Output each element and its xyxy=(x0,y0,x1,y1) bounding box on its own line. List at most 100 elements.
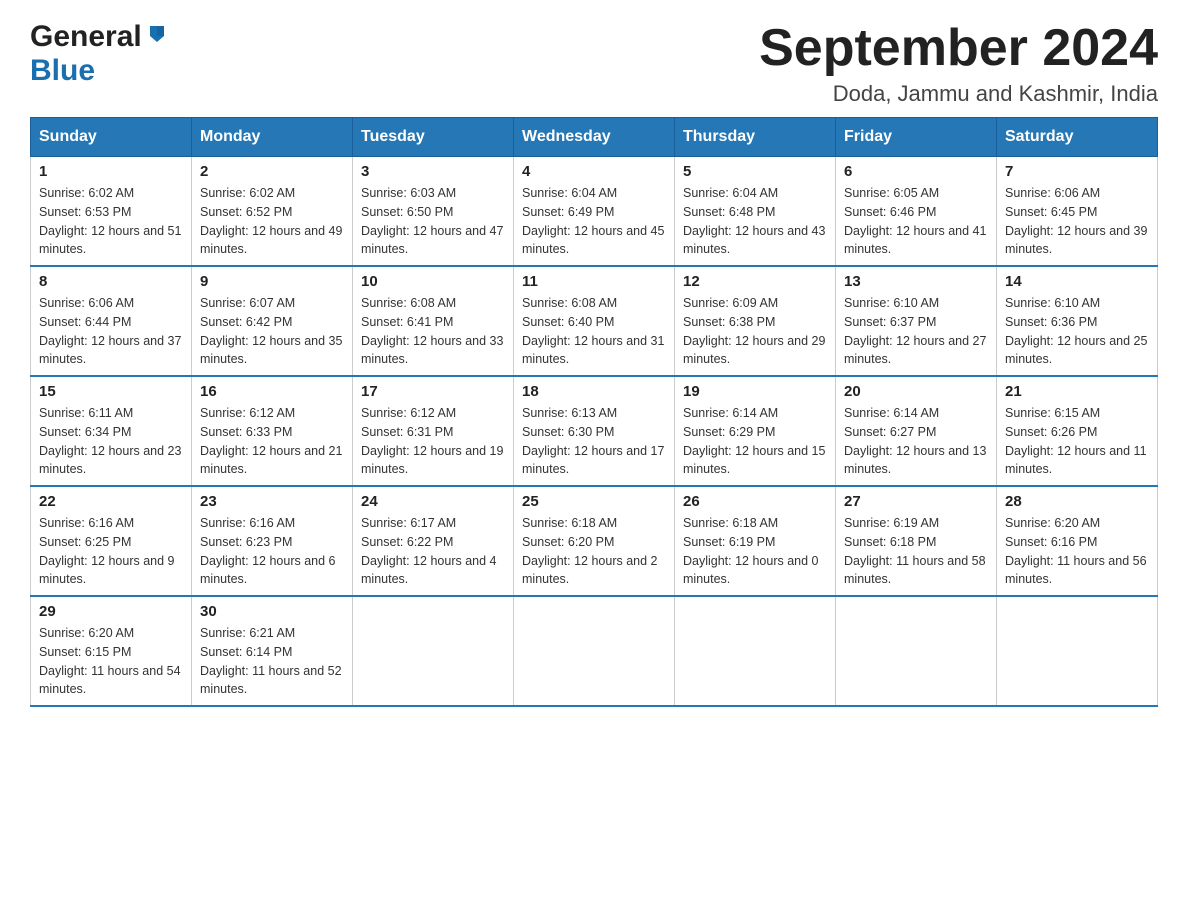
col-wednesday: Wednesday xyxy=(514,118,675,157)
table-row: 28 Sunrise: 6:20 AMSunset: 6:16 PMDaylig… xyxy=(997,486,1158,596)
table-row: 24 Sunrise: 6:17 AMSunset: 6:22 PMDaylig… xyxy=(353,486,514,596)
table-row: 15 Sunrise: 6:11 AMSunset: 6:34 PMDaylig… xyxy=(31,376,192,486)
day-info: Sunrise: 6:07 AMSunset: 6:42 PMDaylight:… xyxy=(200,296,342,366)
col-friday: Friday xyxy=(836,118,997,157)
day-info: Sunrise: 6:20 AMSunset: 6:15 PMDaylight:… xyxy=(39,626,181,696)
day-number: 26 xyxy=(683,493,827,510)
day-number: 13 xyxy=(844,273,988,290)
day-info: Sunrise: 6:15 AMSunset: 6:26 PMDaylight:… xyxy=(1005,406,1147,476)
day-info: Sunrise: 6:08 AMSunset: 6:40 PMDaylight:… xyxy=(522,296,664,366)
day-info: Sunrise: 6:12 AMSunset: 6:31 PMDaylight:… xyxy=(361,406,503,476)
day-info: Sunrise: 6:20 AMSunset: 6:16 PMDaylight:… xyxy=(1005,516,1147,586)
table-row: 14 Sunrise: 6:10 AMSunset: 6:36 PMDaylig… xyxy=(997,266,1158,376)
day-number: 23 xyxy=(200,493,344,510)
day-number: 1 xyxy=(39,163,183,180)
table-row: 25 Sunrise: 6:18 AMSunset: 6:20 PMDaylig… xyxy=(514,486,675,596)
day-info: Sunrise: 6:19 AMSunset: 6:18 PMDaylight:… xyxy=(844,516,986,586)
day-number: 2 xyxy=(200,163,344,180)
table-row: 29 Sunrise: 6:20 AMSunset: 6:15 PMDaylig… xyxy=(31,596,192,706)
calendar-week-row: 1 Sunrise: 6:02 AMSunset: 6:53 PMDayligh… xyxy=(31,157,1158,267)
day-info: Sunrise: 6:09 AMSunset: 6:38 PMDaylight:… xyxy=(683,296,825,366)
table-row: 5 Sunrise: 6:04 AMSunset: 6:48 PMDayligh… xyxy=(675,157,836,267)
day-info: Sunrise: 6:04 AMSunset: 6:48 PMDaylight:… xyxy=(683,186,825,256)
table-row: 27 Sunrise: 6:19 AMSunset: 6:18 PMDaylig… xyxy=(836,486,997,596)
table-row: 19 Sunrise: 6:14 AMSunset: 6:29 PMDaylig… xyxy=(675,376,836,486)
day-info: Sunrise: 6:13 AMSunset: 6:30 PMDaylight:… xyxy=(522,406,664,476)
calendar-title: September 2024 xyxy=(759,20,1158,77)
day-info: Sunrise: 6:16 AMSunset: 6:23 PMDaylight:… xyxy=(200,516,336,586)
day-number: 8 xyxy=(39,273,183,290)
day-info: Sunrise: 6:06 AMSunset: 6:44 PMDaylight:… xyxy=(39,296,181,366)
table-row: 17 Sunrise: 6:12 AMSunset: 6:31 PMDaylig… xyxy=(353,376,514,486)
day-number: 3 xyxy=(361,163,505,180)
calendar-week-row: 22 Sunrise: 6:16 AMSunset: 6:25 PMDaylig… xyxy=(31,486,1158,596)
day-info: Sunrise: 6:16 AMSunset: 6:25 PMDaylight:… xyxy=(39,516,175,586)
day-info: Sunrise: 6:04 AMSunset: 6:49 PMDaylight:… xyxy=(522,186,664,256)
day-number: 17 xyxy=(361,383,505,400)
logo-arrow-icon xyxy=(146,22,168,49)
table-row: 9 Sunrise: 6:07 AMSunset: 6:42 PMDayligh… xyxy=(192,266,353,376)
day-number: 6 xyxy=(844,163,988,180)
day-number: 16 xyxy=(200,383,344,400)
table-row: 20 Sunrise: 6:14 AMSunset: 6:27 PMDaylig… xyxy=(836,376,997,486)
table-row: 30 Sunrise: 6:21 AMSunset: 6:14 PMDaylig… xyxy=(192,596,353,706)
table-row: 18 Sunrise: 6:13 AMSunset: 6:30 PMDaylig… xyxy=(514,376,675,486)
day-info: Sunrise: 6:21 AMSunset: 6:14 PMDaylight:… xyxy=(200,626,342,696)
calendar-header-row: Sunday Monday Tuesday Wednesday Thursday… xyxy=(31,118,1158,157)
day-info: Sunrise: 6:11 AMSunset: 6:34 PMDaylight:… xyxy=(39,406,181,476)
day-number: 15 xyxy=(39,383,183,400)
day-number: 9 xyxy=(200,273,344,290)
day-info: Sunrise: 6:10 AMSunset: 6:36 PMDaylight:… xyxy=(1005,296,1147,366)
table-row xyxy=(353,596,514,706)
table-row: 26 Sunrise: 6:18 AMSunset: 6:19 PMDaylig… xyxy=(675,486,836,596)
day-number: 20 xyxy=(844,383,988,400)
day-number: 28 xyxy=(1005,493,1149,510)
calendar-week-row: 15 Sunrise: 6:11 AMSunset: 6:34 PMDaylig… xyxy=(31,376,1158,486)
day-number: 25 xyxy=(522,493,666,510)
day-number: 14 xyxy=(1005,273,1149,290)
table-row: 12 Sunrise: 6:09 AMSunset: 6:38 PMDaylig… xyxy=(675,266,836,376)
day-number: 18 xyxy=(522,383,666,400)
day-info: Sunrise: 6:18 AMSunset: 6:20 PMDaylight:… xyxy=(522,516,658,586)
table-row: 1 Sunrise: 6:02 AMSunset: 6:53 PMDayligh… xyxy=(31,157,192,267)
col-saturday: Saturday xyxy=(997,118,1158,157)
day-info: Sunrise: 6:05 AMSunset: 6:46 PMDaylight:… xyxy=(844,186,986,256)
day-number: 22 xyxy=(39,493,183,510)
day-info: Sunrise: 6:02 AMSunset: 6:52 PMDaylight:… xyxy=(200,186,342,256)
day-info: Sunrise: 6:10 AMSunset: 6:37 PMDaylight:… xyxy=(844,296,986,366)
calendar-week-row: 29 Sunrise: 6:20 AMSunset: 6:15 PMDaylig… xyxy=(31,596,1158,706)
table-row: 2 Sunrise: 6:02 AMSunset: 6:52 PMDayligh… xyxy=(192,157,353,267)
day-number: 29 xyxy=(39,603,183,620)
day-number: 11 xyxy=(522,273,666,290)
day-info: Sunrise: 6:03 AMSunset: 6:50 PMDaylight:… xyxy=(361,186,503,256)
calendar-week-row: 8 Sunrise: 6:06 AMSunset: 6:44 PMDayligh… xyxy=(31,266,1158,376)
table-row: 23 Sunrise: 6:16 AMSunset: 6:23 PMDaylig… xyxy=(192,486,353,596)
logo: General Blue xyxy=(30,20,168,88)
day-number: 10 xyxy=(361,273,505,290)
page-header: General Blue September 2024 Doda, Jammu … xyxy=(30,20,1158,107)
logo-general-text: General xyxy=(30,20,142,54)
table-row: 7 Sunrise: 6:06 AMSunset: 6:45 PMDayligh… xyxy=(997,157,1158,267)
day-info: Sunrise: 6:08 AMSunset: 6:41 PMDaylight:… xyxy=(361,296,503,366)
day-info: Sunrise: 6:17 AMSunset: 6:22 PMDaylight:… xyxy=(361,516,497,586)
table-row: 6 Sunrise: 6:05 AMSunset: 6:46 PMDayligh… xyxy=(836,157,997,267)
day-number: 4 xyxy=(522,163,666,180)
col-sunday: Sunday xyxy=(31,118,192,157)
day-number: 19 xyxy=(683,383,827,400)
day-number: 5 xyxy=(683,163,827,180)
col-tuesday: Tuesday xyxy=(353,118,514,157)
table-row xyxy=(997,596,1158,706)
day-number: 30 xyxy=(200,603,344,620)
table-row xyxy=(836,596,997,706)
col-monday: Monday xyxy=(192,118,353,157)
table-row: 22 Sunrise: 6:16 AMSunset: 6:25 PMDaylig… xyxy=(31,486,192,596)
day-number: 27 xyxy=(844,493,988,510)
day-info: Sunrise: 6:12 AMSunset: 6:33 PMDaylight:… xyxy=(200,406,342,476)
day-number: 21 xyxy=(1005,383,1149,400)
calendar-table: Sunday Monday Tuesday Wednesday Thursday… xyxy=(30,117,1158,707)
table-row xyxy=(514,596,675,706)
table-row: 8 Sunrise: 6:06 AMSunset: 6:44 PMDayligh… xyxy=(31,266,192,376)
table-row: 11 Sunrise: 6:08 AMSunset: 6:40 PMDaylig… xyxy=(514,266,675,376)
day-info: Sunrise: 6:02 AMSunset: 6:53 PMDaylight:… xyxy=(39,186,181,256)
day-info: Sunrise: 6:14 AMSunset: 6:29 PMDaylight:… xyxy=(683,406,825,476)
